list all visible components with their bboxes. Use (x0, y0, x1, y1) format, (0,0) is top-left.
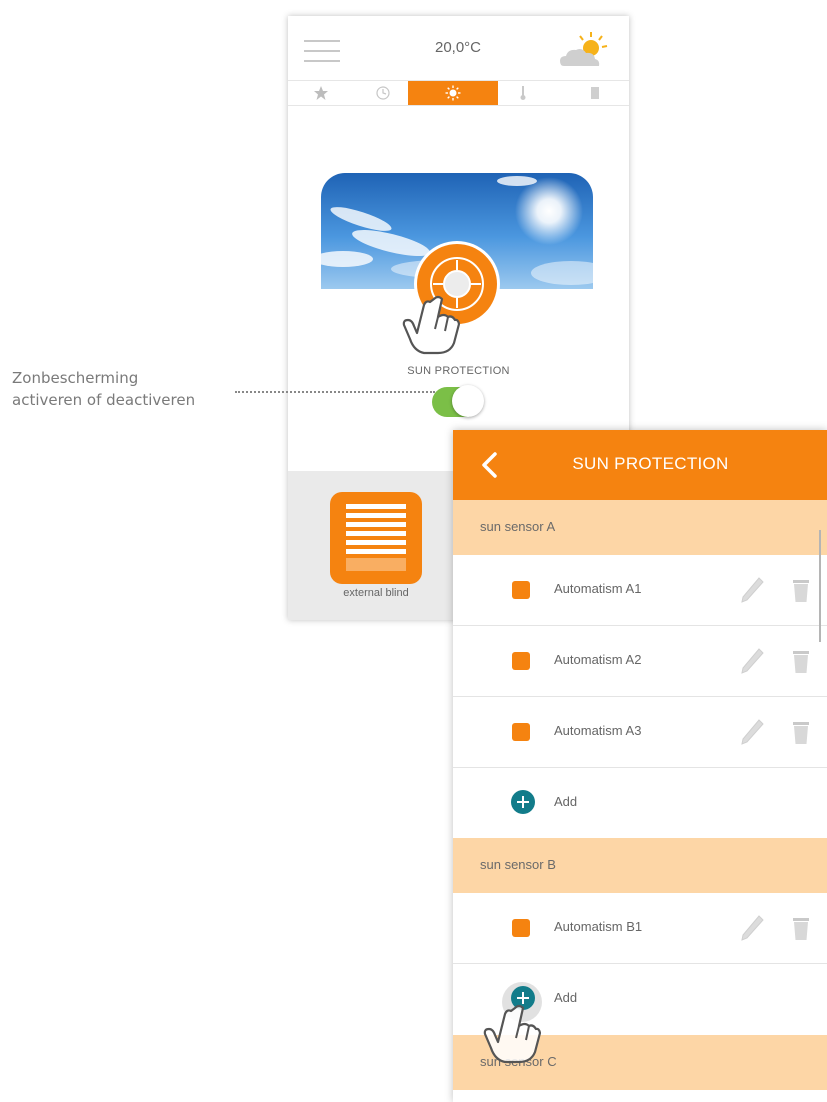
edit-pencil-icon[interactable] (739, 913, 765, 943)
edit-pencil-icon[interactable] (739, 575, 765, 605)
top-bar: 20,0°C (288, 16, 629, 80)
tab-favorites[interactable] (298, 81, 344, 105)
automatism-label: Automatism A2 (554, 652, 642, 667)
detail-header: SUN PROTECTION (453, 430, 827, 500)
automatism-color-square (512, 581, 530, 599)
automatism-color-square (512, 652, 530, 670)
sun-protection-label: SUN PROTECTION (407, 365, 510, 377)
section-label: sun sensor B (480, 857, 556, 872)
back-arrow-icon[interactable] (475, 450, 505, 480)
external-blind-tile[interactable] (330, 492, 422, 584)
door-icon (591, 87, 599, 99)
section-header-sensor-a: sun sensor A (453, 500, 827, 555)
partly-sunny-icon (560, 32, 608, 66)
toggle-callout: Zonbescherming activeren of deactiveren (12, 367, 195, 411)
thermometer-icon (520, 86, 526, 100)
temperature-readout: 20,0°C (434, 39, 482, 56)
trash-icon[interactable] (791, 648, 811, 674)
list-item-automatism-a3[interactable]: Automatism A3 (453, 697, 827, 768)
tap-hand-icon (483, 1004, 541, 1064)
tab-sun-protection[interactable] (408, 81, 498, 105)
list-item-automatism-a2[interactable]: Automatism A2 (453, 626, 827, 697)
callout-line-1: Zonbescherming (12, 369, 139, 387)
add-label: Add (554, 990, 578, 1005)
trash-icon[interactable] (791, 577, 811, 603)
sun-protection-panel: SUN PROTECTION (288, 105, 629, 471)
sun-protection-detail-screen: SUN PROTECTION sun sensor A Automatism A… (453, 430, 827, 1102)
tab-temperature[interactable] (500, 81, 546, 105)
sun-icon (445, 85, 461, 101)
list-item-partial (453, 1090, 827, 1102)
automatism-color-square (512, 919, 530, 937)
scrollbar[interactable] (819, 530, 821, 642)
clock-icon (376, 86, 390, 100)
callout-line-2: activeren of deactiveren (12, 391, 196, 409)
sun-protection-toggle[interactable] (432, 385, 484, 417)
toggle-knob (452, 385, 484, 417)
add-label: Add (554, 794, 578, 809)
section-label: sun sensor A (480, 519, 556, 534)
trash-icon[interactable] (791, 915, 811, 941)
list-item-automatism-a1[interactable]: Automatism A1 (453, 555, 827, 626)
automatism-label: Automatism A1 (554, 581, 642, 596)
menu-icon[interactable] (304, 40, 340, 62)
star-icon (314, 86, 328, 100)
add-automatism-sensor-a[interactable]: Add (453, 768, 827, 838)
add-plus-icon[interactable] (511, 790, 535, 814)
callout-leader-line (235, 391, 435, 393)
automatism-color-square (512, 723, 530, 741)
trash-icon[interactable] (791, 719, 811, 745)
tab-doors[interactable] (572, 81, 618, 105)
section-header-sensor-b: sun sensor B (453, 838, 827, 893)
automatism-label: Automatism A3 (554, 723, 642, 738)
tap-hand-icon (402, 295, 460, 355)
detail-title: SUN PROTECTION (572, 454, 729, 473)
blind-icon (346, 502, 406, 571)
tab-bar (288, 80, 629, 106)
list-item-automatism-b1[interactable]: Automatism B1 (453, 893, 827, 964)
automatism-label: Automatism B1 (554, 919, 643, 934)
edit-pencil-icon[interactable] (739, 646, 765, 676)
edit-pencil-icon[interactable] (739, 717, 765, 747)
external-blind-label: external blind (343, 587, 409, 599)
tab-timers[interactable] (360, 81, 406, 105)
